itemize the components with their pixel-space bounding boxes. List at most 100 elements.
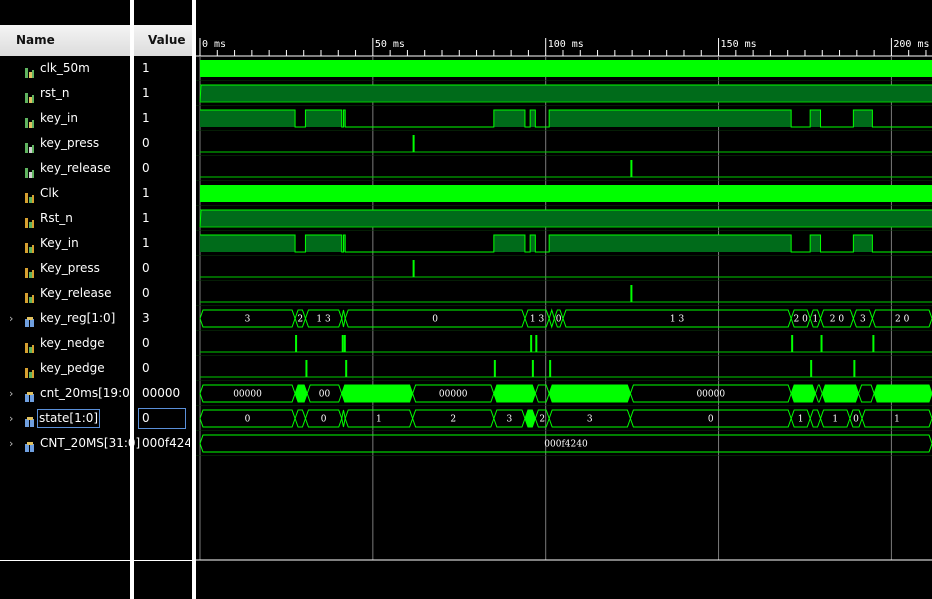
output-bit-icon bbox=[24, 163, 36, 178]
bus-value-label: 3 bbox=[245, 315, 251, 325]
signal-name: key_nedge bbox=[40, 336, 105, 350]
pulse-mark bbox=[343, 335, 346, 352]
waveform-canvas[interactable]: 0 ms 50 ms 100 ms 150 ms 200 ms 3 2 1 3 0 1 3 0 1 3… bbox=[196, 0, 932, 599]
high-region bbox=[200, 235, 296, 252]
signal-name: key_pedge bbox=[40, 361, 105, 375]
signal-row-cnt-20ms-19-0[interactable]: › cnt_20ms[19:0] bbox=[0, 381, 134, 406]
input-bit-icon bbox=[24, 113, 36, 128]
waveform-rst-n[interactable] bbox=[196, 209, 932, 231]
high-region bbox=[853, 110, 873, 127]
signal-row-key-press[interactable]: Key_press bbox=[0, 256, 130, 281]
reset-high-region bbox=[200, 210, 932, 227]
signal-row-state-1-0[interactable]: › state[1:0] bbox=[0, 406, 130, 431]
signal-value-key-press: 0 bbox=[142, 261, 150, 275]
signal-name: key_press bbox=[40, 136, 100, 150]
high-region bbox=[530, 235, 536, 252]
internal-bit-icon bbox=[24, 288, 36, 303]
input-bit-icon bbox=[24, 63, 36, 78]
names-bottom-border bbox=[0, 560, 130, 561]
bus-value-label: 0 bbox=[708, 415, 714, 425]
signal-value-rst-n: 1 bbox=[142, 211, 150, 225]
bus-value-label: 1 3 bbox=[530, 315, 545, 325]
bus-icon bbox=[24, 413, 36, 427]
reset-high-region bbox=[200, 85, 932, 102]
signal-row-key-nedge[interactable]: key_nedge bbox=[0, 331, 130, 356]
pulse-mark bbox=[791, 335, 794, 352]
bus-icon bbox=[24, 313, 36, 327]
signal-value-key-in: 1 bbox=[142, 111, 150, 125]
bus-value-label: 1 bbox=[832, 415, 838, 425]
input-bit-icon bbox=[24, 88, 36, 103]
signal-row-key-pedge[interactable]: key_pedge bbox=[0, 356, 130, 381]
ruler-tick-label: 200 ms bbox=[893, 39, 929, 50]
signal-name: key_in bbox=[40, 111, 78, 125]
internal-bit-icon bbox=[24, 363, 36, 378]
bus-value-label: 2 bbox=[450, 415, 456, 425]
pulse-mark bbox=[872, 335, 875, 352]
expand-chevron-icon[interactable]: › bbox=[9, 306, 13, 331]
signal-name: key_release bbox=[40, 161, 111, 175]
expand-chevron-icon[interactable]: › bbox=[9, 406, 13, 431]
bus-segment bbox=[294, 384, 308, 403]
bus-icon bbox=[24, 438, 36, 452]
signal-row-key-in[interactable]: Key_in bbox=[0, 231, 130, 256]
bus-icon bbox=[24, 388, 36, 402]
bus-value-label: 1 bbox=[812, 315, 818, 325]
bus-value-label: 0 bbox=[321, 415, 327, 425]
signal-row-key-release[interactable]: key_release bbox=[0, 156, 130, 181]
bus-value-label: 00000 bbox=[439, 390, 468, 400]
internal-bit-icon bbox=[24, 338, 36, 353]
pulse-mark bbox=[535, 335, 538, 352]
signal-name: clk_50m bbox=[40, 61, 90, 75]
bus-segment bbox=[341, 384, 414, 403]
name-column-header[interactable]: Name bbox=[0, 25, 130, 56]
pulse-mark bbox=[530, 335, 533, 352]
bus-value-label: 1 3 bbox=[670, 315, 685, 325]
expand-chevron-icon[interactable]: › bbox=[9, 431, 13, 456]
signal-row-key-release[interactable]: Key_release bbox=[0, 281, 130, 306]
pulse-mark bbox=[853, 360, 856, 377]
signal-value-cnt-20ms-31-0: 000f4240 bbox=[142, 436, 190, 450]
expand-chevron-icon[interactable]: › bbox=[9, 381, 13, 406]
high-region bbox=[810, 235, 821, 252]
signal-row-key-reg-1-0[interactable]: › key_reg[1:0] bbox=[0, 306, 130, 331]
ruler-tick-label: 100 ms bbox=[548, 39, 584, 50]
signal-row-rst-n[interactable]: Rst_n bbox=[0, 206, 130, 231]
signal-row-rst-n[interactable]: rst_n bbox=[0, 81, 130, 106]
signal-value-key-release: 0 bbox=[142, 161, 150, 175]
output-bit-icon bbox=[24, 138, 36, 153]
signal-row-clk-50m[interactable]: clk_50m bbox=[0, 56, 130, 81]
pulse-mark bbox=[630, 160, 633, 177]
bus-segment bbox=[548, 384, 631, 403]
signal-value-key-press: 0 bbox=[142, 136, 150, 150]
signal-row-cnt-20ms-31-0[interactable]: › CNT_20MS[31:0] bbox=[0, 431, 140, 456]
pulse-mark bbox=[493, 360, 496, 377]
signal-name: Clk bbox=[40, 186, 59, 200]
waveform-rst-n[interactable] bbox=[196, 84, 932, 106]
pulse-mark bbox=[630, 285, 633, 302]
signal-row-key-press[interactable]: key_press bbox=[0, 131, 130, 156]
signal-value-key-reg-1-0: 3 bbox=[142, 311, 150, 325]
signal-row-key-in[interactable]: key_in bbox=[0, 106, 130, 131]
signal-name: CNT_20MS[31:0] bbox=[40, 436, 141, 450]
high-region bbox=[305, 235, 342, 252]
signal-value-key-in: 1 bbox=[142, 236, 150, 250]
high-region bbox=[493, 235, 525, 252]
value-column-header[interactable]: Value bbox=[134, 25, 192, 56]
bus-segment bbox=[873, 384, 932, 403]
column-divider[interactable] bbox=[130, 0, 134, 599]
signal-row-clk[interactable]: Clk bbox=[0, 181, 130, 206]
bus-value-label: 000f4240 bbox=[544, 440, 588, 450]
bus-value-label: 00000 bbox=[696, 390, 725, 400]
signal-value-clk-50m: 1 bbox=[142, 61, 150, 75]
pulse-mark bbox=[305, 360, 308, 377]
bus-value-label: 1 bbox=[376, 415, 382, 425]
internal-bit-icon bbox=[24, 238, 36, 253]
bus-value-label: 2 bbox=[297, 315, 303, 325]
high-region bbox=[853, 235, 873, 252]
signal-name: state[1:0] bbox=[37, 409, 101, 428]
internal-bit-icon bbox=[24, 188, 36, 203]
signal-name: cnt_20ms[19:0] bbox=[40, 386, 135, 400]
pulse-mark bbox=[549, 360, 552, 377]
signal-name: Key_press bbox=[40, 261, 100, 275]
